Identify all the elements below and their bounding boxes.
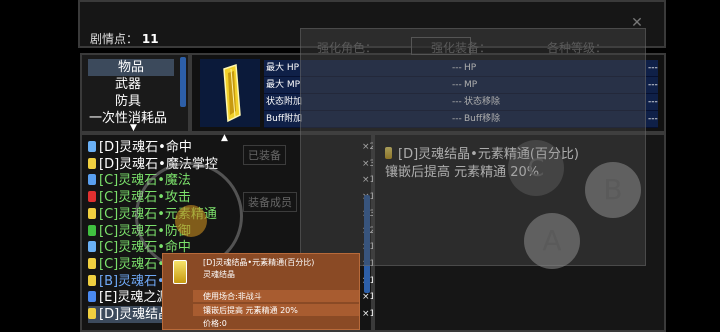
tooltip-effect: 镶嵌后提高 元素精通 20% — [203, 306, 298, 315]
equipped-ghost-button[interactable]: 已装备 — [243, 145, 286, 165]
category-item[interactable]: 武器 — [82, 76, 174, 93]
category-item[interactable]: 一次性消耗品 — [82, 110, 174, 127]
gamepad-b-button[interactable]: B — [585, 162, 641, 218]
chevron-down-icon[interactable]: ▼ — [130, 123, 137, 133]
stat-cell: --- — [648, 114, 658, 124]
tooltip-price: 价格:0 — [203, 319, 227, 328]
stat-cell: --- — [648, 63, 658, 73]
soulstone-icon — [88, 174, 96, 186]
tooltip-use: 使用场合:非战斗 — [203, 292, 262, 301]
crystal-icon — [173, 260, 187, 284]
soulstone-icon — [88, 157, 96, 169]
item-tooltip: [D]灵魂结晶•元素精通(百分比) 灵魂结晶 使用场合:非战斗 镶嵌后提高 元素… — [162, 253, 360, 330]
category-scrollbar[interactable] — [180, 57, 186, 107]
item-name: [D]灵魂结晶 — [99, 307, 172, 322]
gamepad-c-button[interactable]: C — [508, 140, 564, 196]
list-item[interactable]: [E]灵魂之源 ×1 — [88, 289, 375, 306]
soulstone-icon — [88, 191, 96, 203]
soulstone-icon — [88, 224, 96, 236]
soulstone-icon — [88, 257, 96, 269]
tooltip-type: 灵魂结晶 — [203, 270, 235, 279]
stat-cell: 最大 HP — [266, 63, 300, 73]
ghost-label-3: 各种等级： — [547, 41, 608, 55]
gamepad-a-button[interactable]: A — [524, 213, 580, 269]
ghost-label-2: 强化装备： — [431, 41, 492, 55]
tooltip-name: [D]灵魂结晶•元素精通(百分比) — [203, 258, 315, 267]
soulstone-icon — [88, 274, 96, 286]
item-crystal-icon — [200, 59, 260, 127]
chevron-up-icon[interactable]: ▲ — [221, 133, 228, 143]
stat-cell: 最大 MP — [266, 80, 301, 90]
category-item[interactable]: 物品 — [88, 59, 174, 76]
stat-cell: 状态附加 — [266, 97, 303, 107]
stat-cell: --- — [648, 80, 658, 90]
close-icon[interactable]: ✕ — [627, 13, 647, 33]
soulstone-icon — [88, 207, 96, 219]
item-name: [E]灵魂之源 — [99, 290, 170, 306]
soulstone-icon — [88, 308, 96, 319]
plot-points: 剧情点： 11 — [90, 32, 159, 46]
category-item[interactable]: 防具 — [82, 93, 174, 110]
list-item[interactable]: [D]灵魂石•命中 ×27 — [88, 139, 381, 156]
soulstone-icon — [88, 141, 96, 152]
equip-member-ghost-button[interactable]: 装备成员 — [243, 192, 297, 212]
category-menu: 物品 武器 防具 一次性消耗品 ▼ — [80, 53, 190, 133]
ghost-label-1: 强化角色： — [317, 41, 378, 55]
soulstone-icon — [88, 291, 96, 303]
background-equip-panel: ✕ 强化角色： 强化装备： 各种等级： — [300, 15, 646, 266]
stat-cell: --- — [648, 97, 658, 107]
item-name: [D]灵魂石•命中 — [99, 140, 192, 155]
stat-cell: Buff附加 — [266, 114, 303, 124]
joystick-knob[interactable] — [175, 205, 207, 237]
soulstone-icon — [88, 241, 96, 253]
